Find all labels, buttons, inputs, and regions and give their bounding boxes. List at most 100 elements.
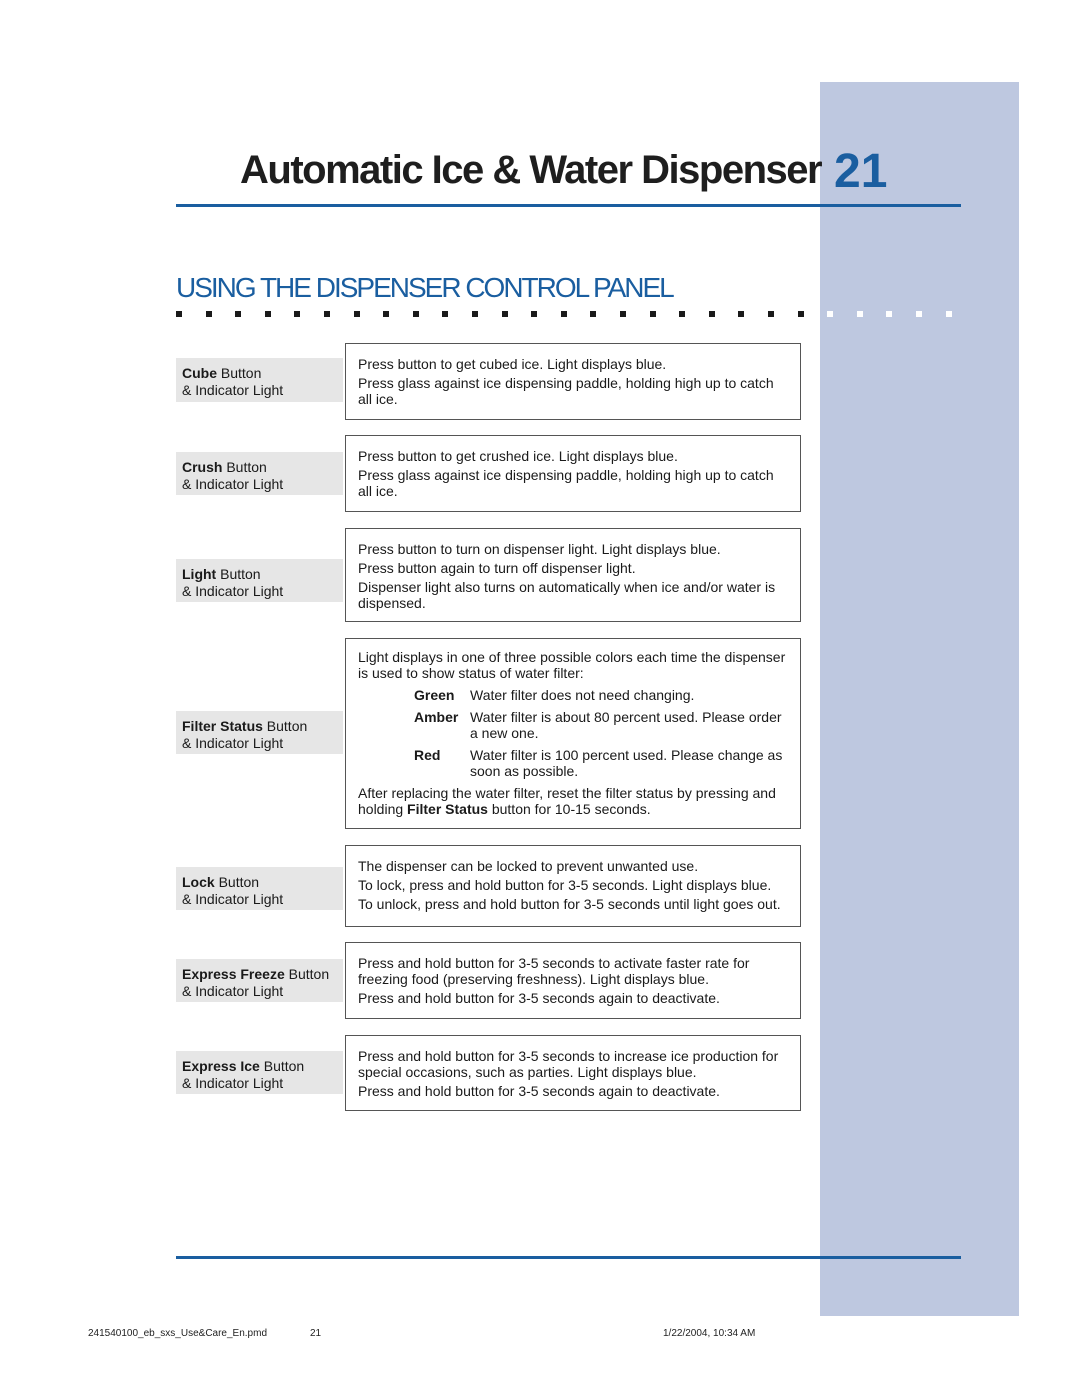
description-intro: Light displays in one of three possible …	[358, 649, 786, 681]
control-name: Light	[182, 566, 217, 582]
divider-dot	[176, 311, 182, 317]
divider-dot	[679, 311, 686, 317]
control-type: Button	[222, 459, 267, 475]
filter-status-row: Green Water filter does not need changing…	[414, 687, 790, 703]
control-description: Press and hold button for 3-5 seconds to…	[345, 942, 801, 1019]
status-color: Amber	[414, 709, 459, 725]
description-line: The dispenser can be locked to prevent u…	[358, 858, 699, 874]
control-name: Express Freeze	[182, 966, 285, 982]
control-label: Filter Status Button & Indicator Light	[176, 711, 343, 754]
control-subtitle: & Indicator Light	[182, 735, 284, 751]
status-text: Water filter is about 80 percent used. P…	[470, 709, 782, 741]
divider-dot	[945, 311, 952, 317]
control-label: Light Button & Indicator Light	[176, 559, 343, 602]
divider-dot	[649, 311, 656, 317]
divider-dot	[235, 311, 242, 317]
control-label: Crush Button & Indicator Light	[176, 452, 343, 495]
divider-dot	[205, 311, 212, 317]
control-name: Crush	[182, 459, 223, 475]
footer-page: 21	[310, 1328, 322, 1339]
divider-dot	[590, 311, 597, 317]
divider-dot	[886, 311, 893, 317]
divider-dot	[501, 311, 508, 317]
divider-dot	[383, 311, 390, 317]
description-line: Press glass against ice dispensing paddl…	[358, 375, 774, 407]
status-color: Red	[414, 747, 441, 763]
divider-dot	[294, 311, 301, 317]
sidebar-band	[820, 82, 1019, 1316]
control-subtitle: & Indicator Light	[182, 583, 284, 599]
control-label: Express Freeze Button & Indicator Light	[176, 959, 343, 1002]
footer-file: 241540100_eb_sxs_Use&Care_En.pmd	[88, 1328, 268, 1339]
description-line: Press button to turn on dispenser light.…	[358, 541, 721, 557]
control-type: Button	[216, 566, 261, 582]
control-label: Express Ice Button & Indicator Light	[176, 1051, 343, 1094]
description-line: Press and hold button for 3-5 seconds to…	[358, 1048, 779, 1080]
status-color: Green	[414, 687, 455, 703]
divider-dot	[264, 311, 271, 317]
page-number: 21	[834, 145, 888, 198]
outro-text: button for 10-15 seconds.	[487, 801, 651, 817]
description-line: Press and hold button for 3-5 seconds ag…	[358, 990, 720, 1006]
description-line: To lock, press and hold button for 3-5 s…	[358, 877, 772, 893]
control-label: Cube Button & Indicator Light	[176, 358, 343, 402]
control-type: Button	[259, 1058, 305, 1074]
control-type: Button	[217, 365, 262, 381]
footer-timestamp: 1/22/2004, 10:34 AM	[663, 1328, 756, 1339]
filter-status-row: Amber Water filter is about 80 percent us…	[414, 709, 790, 741]
control-subtitle: & Indicator Light	[182, 891, 284, 907]
divider-dot	[412, 311, 419, 317]
control-type: Button	[284, 966, 330, 982]
control-subtitle: & Indicator Light	[182, 1075, 284, 1091]
control-type: Button	[262, 718, 308, 734]
control-description: Press button to get crushed ice. Light d…	[345, 435, 801, 512]
control-subtitle: & Indicator Light	[182, 983, 284, 999]
control-name: Express Ice	[182, 1058, 260, 1074]
page-title: Automatic Ice & Water Dispenser	[240, 148, 823, 192]
filter-status-row: Red Water filter is 100 percent used. Ple…	[414, 747, 790, 779]
section-title: USING THE DISPENSER CONTROL PANEL	[176, 272, 675, 303]
manual-page: Automatic Ice & Water Dispenser 21 USING…	[0, 0, 1080, 1397]
divider-dot	[827, 311, 834, 317]
control-label: Lock Button & Indicator Light	[176, 867, 343, 910]
description-line: Press and hold button for 3-5 seconds to…	[358, 955, 750, 987]
status-text: Water filter is 100 percent used. Please…	[470, 747, 783, 779]
divider-dot	[531, 311, 538, 317]
divider-dot	[738, 311, 745, 317]
outro-bold: Filter Status	[407, 801, 488, 817]
divider-dot	[916, 311, 922, 317]
divider-dot	[856, 311, 863, 317]
divider-dot	[472, 311, 478, 317]
control-type: Button	[214, 874, 260, 890]
control-description: Press button to turn on dispenser light.…	[345, 528, 801, 622]
divider-dot	[324, 311, 330, 317]
divider-dot	[768, 311, 774, 317]
description-line: Press and hold button for 3-5 seconds ag…	[358, 1083, 720, 1099]
control-description: The dispenser can be locked to prevent u…	[345, 845, 801, 927]
description-line: Press button again to turn off dispenser…	[358, 560, 636, 576]
description-line: To unlock, press and hold button for 3-5…	[358, 896, 781, 912]
control-description: Light displays in one of three possible …	[345, 638, 801, 829]
description-line: Press glass against ice dispensing paddl…	[358, 467, 774, 499]
control-description: Press and hold button for 3-5 seconds to…	[345, 1035, 801, 1111]
footer-rule	[176, 1256, 961, 1259]
dotted-divider	[176, 311, 966, 318]
divider-dot	[620, 311, 626, 317]
divider-dot	[353, 311, 360, 317]
description-outro: After replacing the water filter, reset …	[358, 785, 790, 817]
control-description: Press button to get cubed ice. Light dis…	[345, 343, 801, 420]
divider-dot	[442, 311, 449, 317]
control-subtitle: & Indicator Light	[182, 476, 284, 492]
description-line: Press button to get cubed ice. Light dis…	[358, 356, 667, 372]
control-name: Filter Status	[182, 718, 263, 734]
description-line: Press button to get crushed ice. Light d…	[358, 448, 678, 464]
header-rule	[176, 204, 961, 207]
control-name: Cube	[182, 365, 217, 381]
control-subtitle: & Indicator Light	[182, 382, 284, 398]
divider-dot	[797, 311, 804, 317]
description-line: Dispenser light also turns on automatica…	[358, 579, 776, 611]
status-text: Water filter does not need changing.	[470, 687, 695, 703]
divider-dot	[708, 311, 715, 317]
control-name: Lock	[182, 874, 215, 890]
divider-dot	[560, 311, 567, 317]
